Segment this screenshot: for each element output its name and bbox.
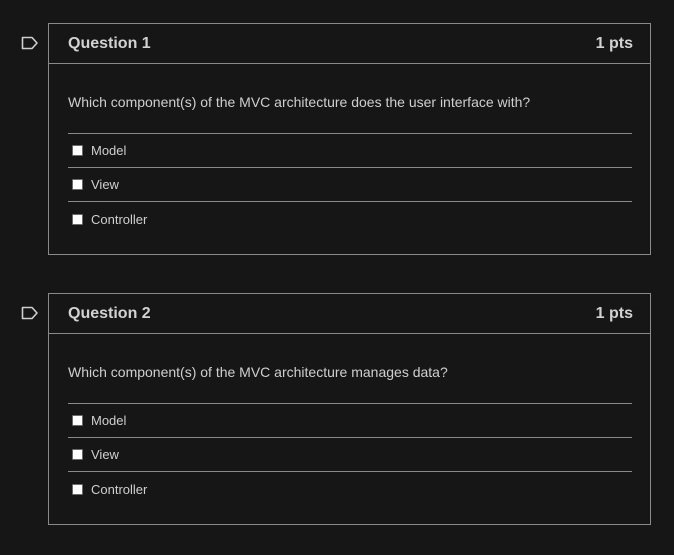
answer-label[interactable]: Model xyxy=(91,413,126,428)
checkbox[interactable] xyxy=(72,179,83,190)
question-text: Which component(s) of the MVC architectu… xyxy=(68,334,632,404)
checkbox[interactable] xyxy=(72,449,83,460)
answer-label[interactable]: Controller xyxy=(91,482,147,497)
answer-option-view[interactable]: View xyxy=(68,168,632,202)
answer-label[interactable]: View xyxy=(91,177,119,192)
answer-list: Model View Controller xyxy=(68,404,632,506)
question-text: Which component(s) of the MVC architectu… xyxy=(68,64,632,134)
answer-label[interactable]: View xyxy=(91,447,119,462)
checkbox[interactable] xyxy=(72,213,83,225)
question-card-1: Question 1 1 pts Which component(s) of t… xyxy=(21,23,651,255)
checkbox[interactable] xyxy=(72,145,83,156)
question-body: Which component(s) of the MVC architectu… xyxy=(49,64,650,236)
question-card-2: Question 2 1 pts Which component(s) of t… xyxy=(21,293,651,525)
answer-option-view[interactable]: View xyxy=(68,438,632,472)
answer-option-model[interactable]: Model xyxy=(68,404,632,438)
answer-option-model[interactable]: Model xyxy=(68,134,632,168)
flag-question-icon[interactable] xyxy=(21,306,39,320)
question-points: 1 pts xyxy=(595,34,633,52)
question-header: Question 2 1 pts xyxy=(49,294,650,334)
answer-option-controller[interactable]: Controller xyxy=(68,472,632,506)
question-title: Question 1 xyxy=(68,34,151,52)
question-header: Question 1 1 pts xyxy=(49,24,650,64)
answer-list: Model View Controller xyxy=(68,134,632,236)
answer-label[interactable]: Model xyxy=(91,143,126,158)
checkbox[interactable] xyxy=(72,483,83,495)
checkbox[interactable] xyxy=(72,415,83,426)
answer-option-controller[interactable]: Controller xyxy=(68,202,632,236)
question-title: Question 2 xyxy=(68,304,151,322)
flag-question-icon[interactable] xyxy=(21,36,39,50)
question-body: Which component(s) of the MVC architectu… xyxy=(49,334,650,506)
question-points: 1 pts xyxy=(595,304,633,322)
answer-label[interactable]: Controller xyxy=(91,212,147,227)
